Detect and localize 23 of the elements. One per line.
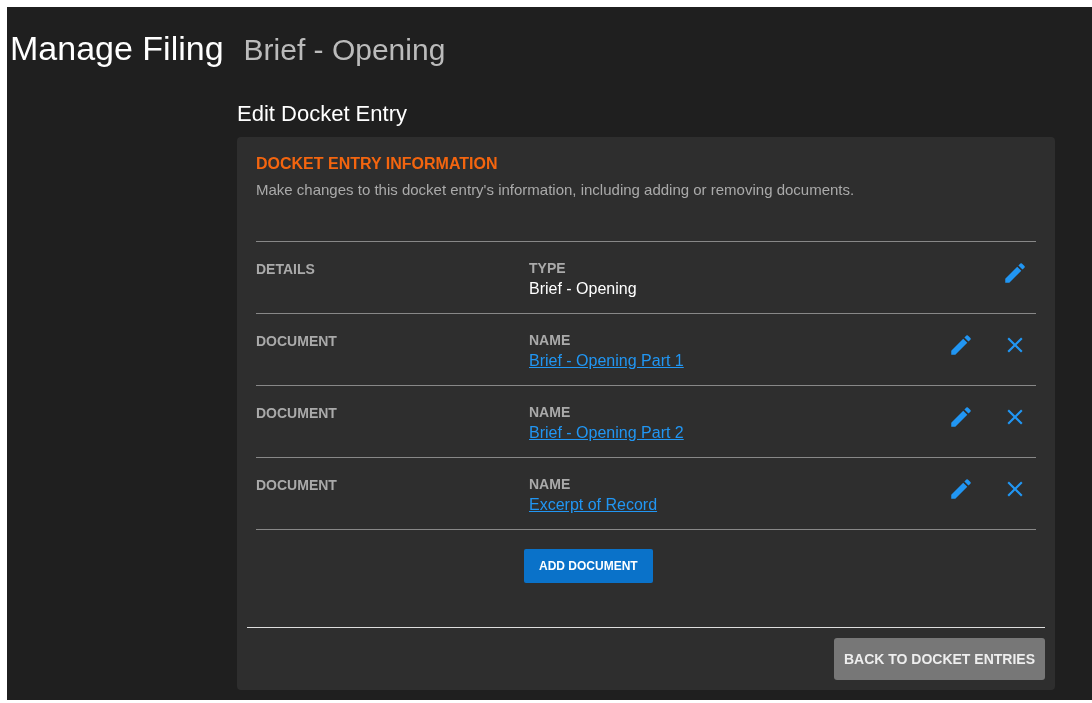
row-label: DOCUMENT: [256, 405, 337, 421]
field-label: TYPE: [529, 260, 566, 276]
back-button[interactable]: BACK TO DOCKET ENTRIES: [833, 638, 1045, 680]
edit-icon[interactable]: [948, 404, 974, 430]
document-link[interactable]: Brief - Opening Part 2: [529, 424, 684, 442]
field-label: NAME: [529, 404, 571, 420]
field-value: Brief - Opening: [529, 280, 637, 298]
page-subtitle: Brief - Opening: [243, 33, 446, 67]
field-label: NAME: [529, 476, 571, 492]
card-description: Make changes to this docket entry's information, including adding or removing documents.: [256, 181, 856, 198]
edit-icon[interactable]: [948, 332, 974, 358]
section-title: Edit Docket Entry: [237, 101, 408, 127]
card-heading: DOCKET ENTRY INFORMATION: [256, 155, 499, 173]
edit-icon[interactable]: [1002, 260, 1028, 286]
row-label: DOCUMENT: [256, 333, 337, 349]
edit-icon[interactable]: [948, 476, 974, 502]
row-label: DETAILS: [256, 261, 315, 277]
field-label: NAME: [529, 332, 571, 348]
add-document-button[interactable]: ADD DOCUMENT: [524, 549, 653, 583]
page-title: Manage Filing: [10, 29, 224, 68]
document-link[interactable]: Brief - Opening Part 1: [529, 352, 684, 370]
document-link[interactable]: Excerpt of Record: [529, 496, 658, 514]
row-label: DOCUMENT: [256, 477, 337, 493]
